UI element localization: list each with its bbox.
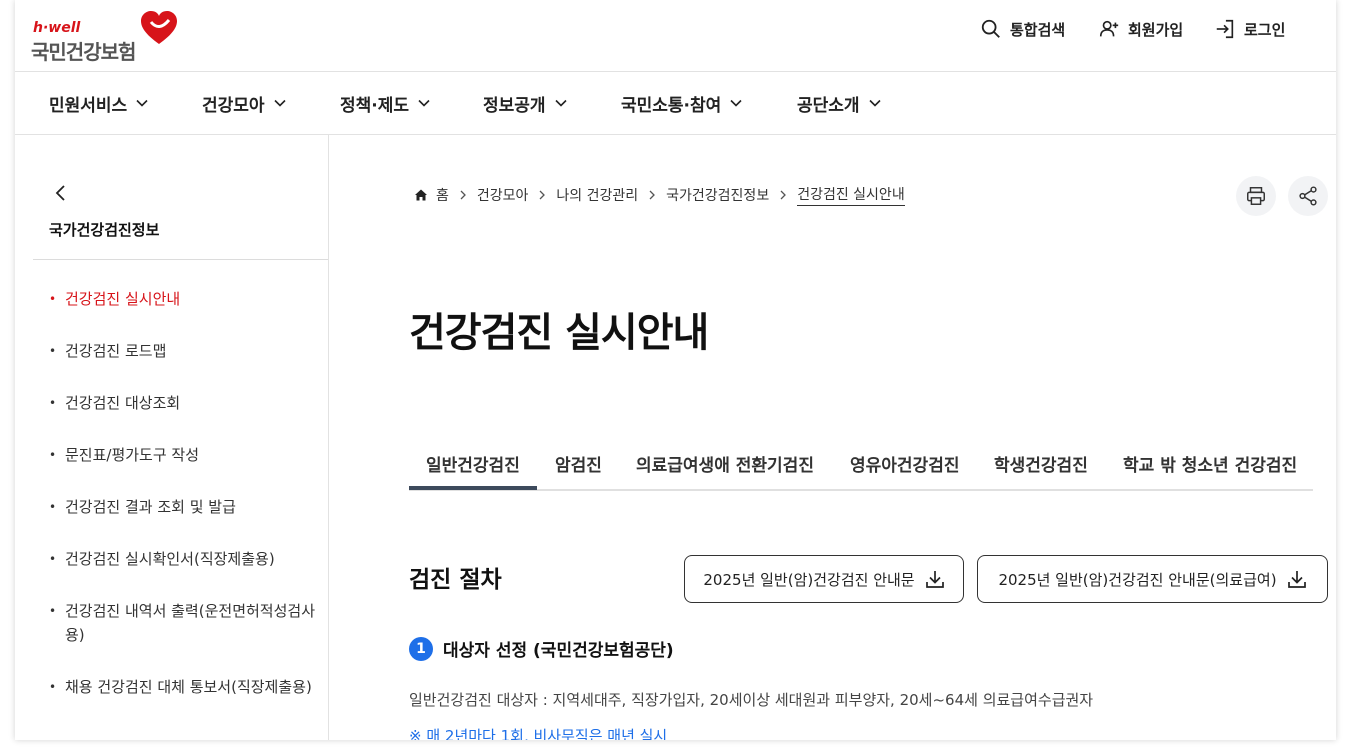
main-navigation: 민원서비스 건강모아 정책·제도 정보공개 국민소통·참여 공단소개 [15,72,1336,135]
gnb-item-communication[interactable]: 국민소통·참여 [621,90,743,116]
breadcrumb-current[interactable]: 건강검진 실시안내 [797,184,905,206]
tab-student-checkup[interactable]: 학생건강검진 [994,451,1088,476]
sidebar-item-roadmap[interactable]: 건강검진 로드맵 [49,339,319,363]
main-content: 홈 건강모아 나의 건강관리 국가건강검진정보 건강검진 실시안내 건강검진 실… [329,135,1336,740]
tab-out-of-school-youth-checkup[interactable]: 학교 밖 청소년 건강검진 [1123,451,1297,476]
gnb-item-label: 정책·제도 [340,95,410,116]
add-user-icon [1099,20,1119,37]
breadcrumb: 홈 건강모아 나의 건강관리 국가건강검진정보 건강검진 실시안내 [414,184,905,206]
chevron-down-icon [136,99,148,107]
chevron-down-icon [554,99,567,107]
chevron-down-icon [730,99,742,107]
gnb-item-health[interactable]: 건강모아 [202,90,287,116]
step-number-badge: 1 [409,636,433,661]
breadcrumb-national-checkup[interactable]: 국가건강검진정보 [666,185,769,205]
chevron-right-icon [780,190,787,200]
step-1: 1 대상자 선정 (국민건강보험공단) [409,636,674,661]
download-icon [925,571,944,588]
login-icon [1216,19,1234,39]
search-link[interactable]: 통합검색 [980,16,1065,42]
sidebar-item-eligibility[interactable]: 건강검진 대상조회 [49,391,319,415]
download-medical-aid-guide-label: 2025년 일반(암)건강검진 안내문(의료급여) [998,570,1277,589]
sidebar-item-results[interactable]: 건강검진 결과 조회 및 발급 [49,495,319,519]
download-icon [1287,571,1306,588]
sidebar-item-license-history[interactable]: 건강검진 내역서 출력(운전면허적성검사용) [49,599,319,647]
login-link[interactable]: 로그인 [1214,16,1285,42]
sidebar: 국가건강검진정보 건강검진 실시안내 건강검진 로드맵 건강검진 대상조회 문진… [15,135,329,740]
sidebar-divider [33,259,328,260]
chevron-right-icon [649,190,656,200]
logo-name: 국민건강보험 [31,40,136,64]
breadcrumb-my-health[interactable]: 나의 건강관리 [556,185,638,205]
active-tab-indicator [409,486,537,490]
gnb-item-label: 공단소개 [797,95,860,116]
header-topbar: h·well 국민건강보험 통합검색 회원가입 로그인 [15,0,1336,72]
tab-cancer-checkup[interactable]: 암검진 [555,451,602,476]
tab-medical-aid-checkup[interactable]: 의료급여생애 전환기검진 [636,451,814,476]
breadcrumb-health[interactable]: 건강모아 [477,185,529,205]
breadcrumb-home[interactable]: 홈 [436,185,449,205]
logo-tagline: h·well [33,20,81,36]
search-label: 통합검색 [1010,20,1066,39]
sidebar-title: 국가건강검진정보 [49,221,160,239]
back-icon[interactable] [51,183,71,203]
page: h·well 국민건강보험 통합검색 회원가입 로그인 민원서비스 건강모아 정… [15,0,1336,740]
chevron-down-icon [418,99,430,107]
tab-infant-checkup[interactable]: 영유아건강검진 [850,451,959,476]
login-label: 로그인 [1244,20,1286,39]
download-medical-aid-guide-button[interactable]: 2025년 일반(암)건강검진 안내문(의료급여) [977,555,1328,603]
page-title: 건강검진 실시안내 [409,310,709,356]
chevron-down-icon [273,99,286,107]
chevron-down-icon [868,99,881,107]
step-title: 대상자 선정 (국민건강보험공단) [443,641,674,661]
share-button[interactable] [1288,176,1328,216]
section-title: 검진 절차 [409,567,502,593]
download-guide-button[interactable]: 2025년 일반(암)건강검진 안내문 [684,555,964,603]
step-description: 일반건강검진 대상자 : 지역세대주, 직장가입자, 20세이상 세대원과 피부… [409,691,1094,709]
gnb-item-civil-service[interactable]: 민원서비스 [49,90,149,116]
share-icon [1299,186,1317,206]
print-icon [1247,187,1265,205]
download-guide-label: 2025년 일반(암)건강검진 안내문 [703,570,915,589]
sidebar-item-employment-notice[interactable]: 채용 건강검진 대체 통보서(직장제출용) [49,675,319,699]
gnb-item-label: 국민소통·참여 [621,95,722,116]
chevron-right-icon [460,190,466,200]
join-link[interactable]: 회원가입 [1098,16,1183,42]
gnb-item-about[interactable]: 공단소개 [797,90,882,116]
tab-general-checkup[interactable]: 일반건강검진 [426,451,520,476]
gnb-item-policy[interactable]: 정책·제도 [340,90,431,116]
heart-logo-icon [141,11,177,44]
gnb-item-disclosure[interactable]: 정보공개 [483,90,568,116]
checkup-tabs: 일반건강검진 암검진 의료급여생애 전환기검진 영유아건강검진 학생건강검진 학… [409,433,1313,491]
gnb-item-label: 정보공개 [483,95,546,116]
chevron-right-icon [539,190,546,200]
gnb-item-label: 민원서비스 [49,95,128,116]
home-icon [415,189,427,201]
step-note: ※ 매 2년마다 1회, 비사무직은 매년 실시 [409,727,668,740]
print-button[interactable] [1236,176,1276,216]
search-icon [981,19,1000,38]
sidebar-menu: 건강검진 실시안내 건강검진 로드맵 건강검진 대상조회 문진표/평가도구 작성… [49,287,319,699]
sidebar-item-health-checkup-guide[interactable]: 건강검진 실시안내 [49,287,319,311]
join-label: 회원가입 [1128,20,1184,39]
sidebar-item-confirmation[interactable]: 건강검진 실시확인서(직장제출용) [49,547,319,571]
gnb-item-label: 건강모아 [202,95,265,116]
sidebar-item-questionnaire[interactable]: 문진표/평가도구 작성 [49,443,319,467]
logo[interactable]: h·well 국민건강보험 [31,10,181,64]
